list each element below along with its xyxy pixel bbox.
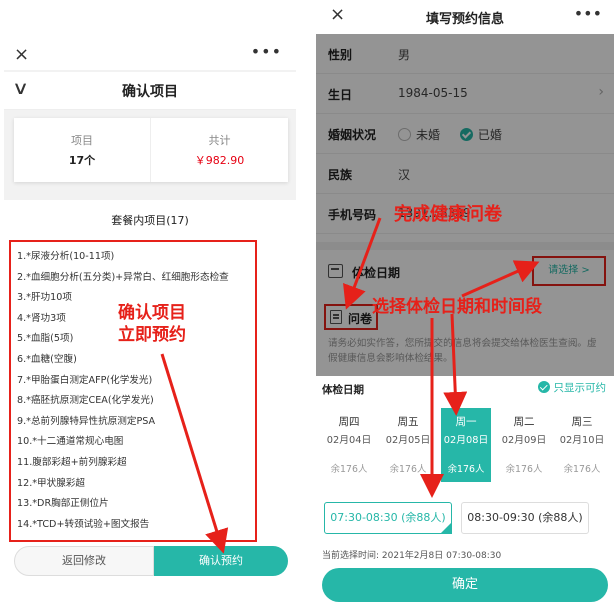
list-item: 1.*尿液分析(10-11项) <box>17 251 115 262</box>
day-remaining: 余176人 <box>447 464 485 475</box>
order-summary-card: 项目 17个 共计 ￥982.90 <box>14 118 288 182</box>
total-label: 共计 <box>208 134 231 147</box>
day-remaining: 余176人 <box>330 464 368 475</box>
total-value: ￥982.90 <box>194 154 245 167</box>
day-date: 02月05日 <box>385 435 431 446</box>
day-week: 周三 <box>571 416 593 428</box>
check-circle-icon <box>537 381 550 393</box>
day-selector: 周四 02月04日 余176人 周五 02月05日 余176人 周一 02月08… <box>316 408 614 482</box>
day-option[interactable]: 周四 02月04日 余176人 <box>324 408 374 482</box>
annotation-questionnaire: 完成健康问卷 <box>394 204 502 225</box>
time-slot[interactable]: 08:30-09:30 (余88人) <box>461 502 589 534</box>
current-selection: 当前选择时间: 2021年2月8日 07:30-08:30 <box>322 551 502 561</box>
confirm-button[interactable]: 确定 <box>322 568 608 602</box>
more-icon[interactable]: ••• <box>251 42 282 61</box>
only-available-toggle[interactable]: 只显示可约 <box>537 380 607 395</box>
day-option-selected[interactable]: 周一 02月08日 余176人 <box>441 408 491 482</box>
day-date: 02月08日 <box>443 435 489 446</box>
close-icon[interactable]: × <box>14 44 29 65</box>
time-slot-selected[interactable]: 07:30-08:30 (余88人) <box>324 502 452 534</box>
day-week: 周四 <box>338 416 360 428</box>
list-item: 12.*甲状腺彩超 <box>17 477 86 489</box>
package-title: 套餐内项目(17) <box>111 214 189 227</box>
list-item: 10.*十二通道常规心电图 <box>17 436 124 448</box>
top-bar: × ••• <box>4 40 296 70</box>
annotation-line: 确认项目 <box>118 303 186 323</box>
list-item: 13.*DR胸部正侧位片 <box>17 498 109 510</box>
day-week: 周五 <box>397 416 419 428</box>
list-item: 9.*总前列腺特异性抗原测定PSA <box>17 415 156 427</box>
day-week: 周二 <box>513 416 535 428</box>
page-title: 填写预约信息 <box>425 12 504 27</box>
package-section: 套餐内项目(17) 1.*尿液分析(10-11项) 2.*血细胞分析(五分类)+… <box>4 200 296 546</box>
package-item-list: 1.*尿液分析(10-11项) 2.*血细胞分析(五分类)+异常白、红细胞形态检… <box>9 240 257 542</box>
back-edit-button[interactable]: 返回修改 <box>14 546 154 576</box>
day-option[interactable]: 周二 02月09日 余176人 <box>499 408 549 482</box>
date-picker-sheet: 体检日期 只显示可约 周四 02月04日 余176人 周五 02月05日 余17… <box>316 376 614 602</box>
confirm-booking-button[interactable]: 确认预约 <box>154 546 288 576</box>
day-remaining: 余176人 <box>505 464 543 475</box>
day-option[interactable]: 周三 02月10日 余176人 <box>557 408 607 482</box>
list-item: 7.*甲胎蛋白测定AFP(化学发光) <box>17 374 153 386</box>
list-item: 14.*TCD+转颈试验+图文报告 <box>17 518 150 530</box>
page-title: 确认项目 <box>122 84 178 100</box>
list-item: 11.腹部彩超+前列腺彩超 <box>17 456 127 468</box>
annotation-confirm-book: 确认项目 立即预约 <box>118 302 186 346</box>
items-label: 项目 <box>71 134 93 147</box>
day-remaining: 余176人 <box>563 464 601 475</box>
day-date: 02月04日 <box>326 435 372 446</box>
top-bar: × 填写预约信息 ••• <box>316 0 614 34</box>
day-option[interactable]: 周五 02月05日 余176人 <box>383 408 433 482</box>
day-date: 02月10日 <box>559 435 605 446</box>
items-count: 项目 17个 <box>14 118 151 182</box>
total-price: 共计 ￥982.90 <box>151 118 288 182</box>
annotation-date-time: 选择体检日期和时间段 <box>372 297 542 317</box>
day-remaining: 余176人 <box>389 464 427 475</box>
list-item: 2.*血细胞分析(五分类)+异常白、红细胞形态检查 <box>17 271 229 283</box>
sheet-title: 体检日期 <box>322 384 364 396</box>
items-value: 17个 <box>68 154 96 167</box>
day-date: 02月09日 <box>501 435 547 446</box>
only-available-label: 只显示可约 <box>553 382 607 394</box>
list-item: 6.*血糖(空腹) <box>17 353 77 365</box>
annotation-line: 立即预约 <box>118 325 186 345</box>
more-icon[interactable]: ••• <box>574 4 602 23</box>
bottom-action-bar: 返回修改 确认预约 <box>4 542 296 580</box>
page-header: ∨ 确认项目 <box>4 72 296 110</box>
list-item: 8.*癌胚抗原测定CEA(化学发光) <box>17 395 154 407</box>
day-week: 周一 <box>455 416 477 428</box>
